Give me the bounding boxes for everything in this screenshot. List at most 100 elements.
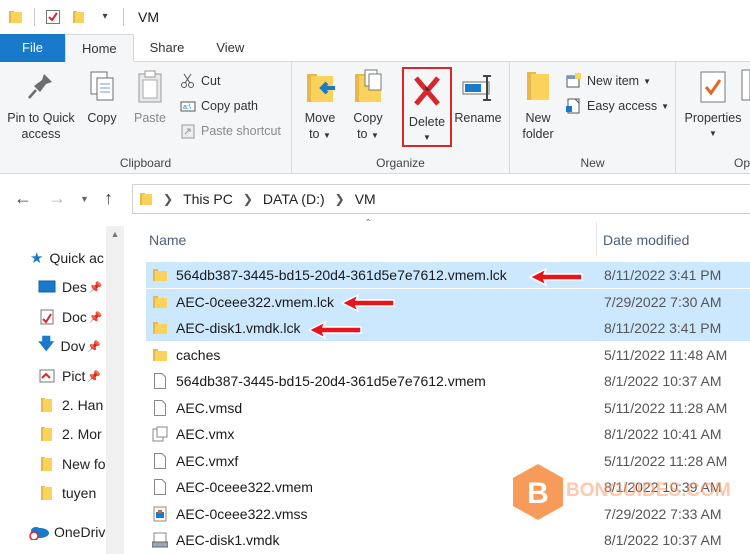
pictures-icon xyxy=(38,368,56,384)
vmx-file-icon xyxy=(152,426,168,442)
paste-button[interactable]: Paste xyxy=(128,68,172,126)
rename-button[interactable]: Rename xyxy=(452,68,504,126)
pin-icon: 📌 xyxy=(87,370,102,383)
forward-arrow-icon[interactable]: → xyxy=(48,188,66,209)
chevron-right-icon[interactable]: ❯ xyxy=(335,192,345,206)
chevron-right-icon[interactable]: ❯ xyxy=(163,192,173,206)
annotation-arrow xyxy=(528,267,583,287)
nav-item-folder-2-han[interactable]: 2. Han xyxy=(40,393,103,417)
file-date: 5/11/2022 11:28 AM xyxy=(604,452,728,469)
copy-to-button[interactable]: Copy to ▼ xyxy=(348,68,388,144)
nav-item-quick-access[interactable]: ★ Quick ac xyxy=(30,246,104,270)
customize-dropdown-icon[interactable]: ▾ xyxy=(97,9,113,25)
recent-dropdown-icon[interactable]: ▼ xyxy=(80,194,89,204)
file-name: 564db387-3445-bd15-20d4-361d5e7e7612.vme… xyxy=(176,373,486,389)
copy-button[interactable]: Copy xyxy=(82,68,122,126)
move-to-button[interactable]: Move to ▼ xyxy=(300,68,340,144)
clipboard-group-label: Clipboard xyxy=(119,156,172,170)
file-row[interactable]: AEC.vmx 8/1/2022 10:41 AM xyxy=(146,421,750,447)
organize-group-label: Organize xyxy=(376,156,425,170)
svg-text:a:\: a:\ xyxy=(183,104,191,111)
address-bar[interactable]: ❯ This PC ❯ DATA (D:) ❯ VM xyxy=(132,184,750,214)
copy-path-label: Copy path xyxy=(201,99,258,113)
scroll-up-icon[interactable]: ▲ xyxy=(106,226,124,242)
copy-path-button[interactable]: a:\ Copy path xyxy=(180,95,258,117)
file-row[interactable]: AEC.vmxf 5/11/2022 11:28 AM xyxy=(146,448,750,474)
pin-to-quick-access-button[interactable]: Pin to Quick access xyxy=(4,68,78,142)
toolbar-divider xyxy=(123,8,124,26)
file-list: ⌃ Name Date modified 564db387-3445-bd15-… xyxy=(124,218,750,554)
properties-check-icon[interactable] xyxy=(45,9,61,25)
new-item-button[interactable]: New item ▼ xyxy=(566,70,651,92)
nav-label: New fo xyxy=(62,456,106,472)
file-row[interactable]: AEC-disk1.vmdk 8/1/2022 10:37 AM xyxy=(146,527,750,553)
back-arrow-icon[interactable]: ← xyxy=(14,188,32,209)
properties-label: Properties xyxy=(684,111,742,125)
file-row[interactable]: AEC-disk1.vmdk.lck 8/11/2022 3:41 PM xyxy=(146,315,750,341)
file-row[interactable]: 564db387-3445-bd15-20d4-361d5e7e7612.vme… xyxy=(146,368,750,394)
paste-shortcut-button[interactable]: Paste shortcut xyxy=(180,120,281,142)
watermark-text: BONGUIDES.COM xyxy=(566,480,731,501)
column-divider[interactable] xyxy=(596,222,597,256)
folder-icon xyxy=(8,9,24,25)
file-date: 8/1/2022 10:37 AM xyxy=(604,532,722,548)
folder-icon xyxy=(152,294,168,310)
nav-item-pictures[interactable]: Pict 📌 xyxy=(38,364,101,388)
file-row[interactable]: AEC-0ceee322.vmss 7/29/2022 7:33 AM xyxy=(146,501,750,527)
nav-label: Pict xyxy=(62,368,86,384)
delete-button[interactable]: Delete ▼ xyxy=(402,67,452,147)
nav-item-folder-2-mor[interactable]: 2. Mor xyxy=(40,422,102,446)
caret-down-icon: ▼ xyxy=(423,133,431,142)
file-row[interactable]: caches 5/11/2022 11:48 AM xyxy=(146,342,750,368)
new-folder-button[interactable]: New folder xyxy=(516,68,560,142)
file-date: 7/29/2022 7:33 AM xyxy=(604,505,722,522)
chevron-right-icon[interactable]: ❯ xyxy=(243,192,253,206)
tab-home[interactable]: Home xyxy=(64,34,134,63)
pin-label-1: Pin to Quick xyxy=(7,111,75,125)
folder-icon xyxy=(152,320,168,336)
copy-to-label-1: Copy xyxy=(353,111,383,125)
copy-icon xyxy=(85,68,119,106)
onedrive-icon xyxy=(28,524,50,541)
scissors-icon xyxy=(180,73,196,89)
open-group: Properties ▼ Op xyxy=(676,62,750,174)
nav-item-documents[interactable]: Doc 📌 xyxy=(38,305,103,329)
copy-to-label-2: to ▼ xyxy=(348,126,388,144)
breadcrumb-this-pc[interactable]: This PC xyxy=(183,191,233,207)
tab-share[interactable]: Share xyxy=(134,34,201,62)
new-folder-icon xyxy=(521,68,555,106)
column-header-name[interactable]: Name xyxy=(149,228,186,252)
easy-access-button[interactable]: Easy access ▼ xyxy=(566,95,669,117)
new-folder-icon[interactable] xyxy=(71,9,87,25)
breadcrumb-vm[interactable]: VM xyxy=(355,191,376,207)
easy-access-icon xyxy=(566,98,582,114)
open-button-partial[interactable] xyxy=(740,66,750,106)
nav-item-desktop[interactable]: Des 📌 xyxy=(38,275,103,299)
vmdk-file-icon xyxy=(151,532,169,548)
new-item-icon xyxy=(566,73,582,89)
file-row[interactable]: AEC-0ceee322.vmem.lck 7/29/2022 7:30 AM xyxy=(146,288,750,315)
tab-view[interactable]: View xyxy=(200,34,260,62)
file-row[interactable]: AEC.vmsd 5/11/2022 11:28 AM xyxy=(146,395,750,421)
nav-label: 2. Mor xyxy=(62,426,102,442)
nav-item-folder-tuyen[interactable]: tuyen xyxy=(40,481,96,505)
properties-button[interactable]: Properties ▼ xyxy=(680,68,746,142)
up-arrow-icon[interactable]: ↑ xyxy=(104,188,113,209)
copy-path-icon: a:\ xyxy=(180,98,196,114)
cut-button[interactable]: Cut xyxy=(180,70,220,92)
file-row[interactable]: 564db387-3445-bd15-20d4-361d5e7e7612.vme… xyxy=(146,262,750,288)
star-icon: ★ xyxy=(30,250,44,267)
watermark-logo: B xyxy=(508,462,568,522)
pin-icon: 📌 xyxy=(87,340,102,353)
easy-access-label: Easy access xyxy=(587,99,658,113)
breadcrumb-data-drive[interactable]: DATA (D:) xyxy=(263,191,325,207)
column-header-date[interactable]: Date modified xyxy=(603,228,689,252)
file-name: caches xyxy=(176,346,221,363)
nav-scrollbar[interactable]: ▲ xyxy=(106,226,124,554)
address-row: ← → ▼ ↑ ❯ This PC ❯ DATA (D:) ❯ VM xyxy=(0,174,750,222)
nav-item-downloads[interactable]: 🡇 Dov 📌 xyxy=(38,334,101,358)
tab-file[interactable]: File xyxy=(0,34,65,62)
new-group: New folder New item ▼ Easy access ▼ New xyxy=(510,62,676,174)
nav-item-folder-new-fo[interactable]: New fo xyxy=(40,452,106,476)
nav-item-onedrive[interactable]: OneDriv xyxy=(28,520,105,544)
